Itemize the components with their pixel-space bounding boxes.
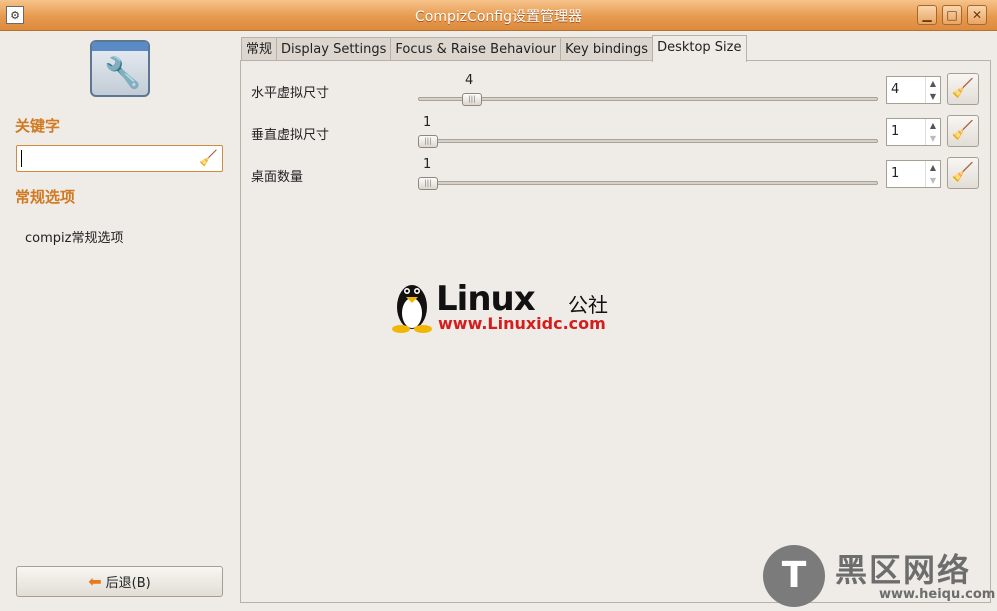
broom-icon: 🧹 xyxy=(951,162,975,183)
tab-bar: 常规 Display Settings Focus & Raise Behavi… xyxy=(241,35,747,62)
minimize-button[interactable]: ▁ xyxy=(917,5,937,25)
title-bar: ⚙ CompizConfig设置管理器 ▁ □ ✕ xyxy=(0,0,997,31)
category-item-compiz-general[interactable]: compiz常规选项 xyxy=(25,227,123,246)
search-input[interactable]: 🧹 xyxy=(16,145,223,172)
heiqu-url: www.heiqu.com xyxy=(879,587,996,602)
spin-up-icon[interactable]: ▲ xyxy=(926,161,940,174)
wrench-icon: 🔧 xyxy=(90,40,150,97)
spin-value-hsize: 4 xyxy=(891,82,900,97)
slider-thumb-number-of-desktops[interactable]: ||| xyxy=(418,177,438,190)
keyword-heading: 关键字 xyxy=(15,117,61,135)
tab-focus-raise[interactable]: Focus & Raise Behaviour xyxy=(390,37,562,62)
tab-key-bindings[interactable]: Key bindings xyxy=(560,37,654,62)
heiqu-cn: 黑区网络 xyxy=(835,551,972,589)
tab-desktop-size[interactable]: Desktop Size xyxy=(652,35,747,62)
spin-number-of-desktops[interactable]: 1 ▲ ▼ xyxy=(886,160,941,188)
heiqu-watermark: T 黑区网络 www.heiqu.com xyxy=(763,545,996,607)
spin-down-icon: ▼ xyxy=(929,176,937,185)
spin-up-icon[interactable]: ▲ xyxy=(926,77,940,90)
maximize-button[interactable]: □ xyxy=(942,5,962,25)
broom-icon: 🧹 xyxy=(951,120,975,141)
spin-up-icon[interactable]: ▲ xyxy=(926,119,940,132)
slider-track-number-of-desktops[interactable] xyxy=(418,181,878,185)
reset-hsize-button[interactable]: 🧹 xyxy=(947,73,979,105)
spin-vsize[interactable]: 1 ▲ ▼ xyxy=(886,118,941,146)
linux-word: Linux xyxy=(436,279,536,319)
reset-vsize-button[interactable]: 🧹 xyxy=(947,115,979,147)
spin-hsize[interactable]: 4 ▲ ▼ xyxy=(886,76,941,104)
slider-track-hsize[interactable] xyxy=(418,97,878,101)
spin-down-icon: ▼ xyxy=(929,134,937,143)
broom-icon: 🧹 xyxy=(951,78,975,99)
slider-track-vsize[interactable] xyxy=(418,139,878,143)
setting-label-number-of-desktops: 桌面数量 xyxy=(251,170,304,185)
heiqu-logo-icon: T xyxy=(763,545,825,607)
tab-general[interactable]: 常规 xyxy=(241,37,278,62)
slider-value-vsize: 1 xyxy=(423,115,432,130)
spin-value-vsize: 1 xyxy=(891,124,900,139)
slider-value-number-of-desktops: 1 xyxy=(423,157,432,172)
clear-broom-icon[interactable]: 🧹 xyxy=(199,149,218,167)
linuxidc-watermark: Linux 公社 www.Linuxidc.com xyxy=(390,277,620,337)
setting-label-hsize: 水平虚拟尺寸 xyxy=(251,86,330,101)
slider-thumb-vsize[interactable]: ||| xyxy=(418,135,438,148)
spin-value-number-of-desktops: 1 xyxy=(891,166,900,181)
back-arrow-icon: ⬅ xyxy=(88,572,102,591)
sidebar: 🔧 关键字 🧹 常规选项 compiz常规选项 ⬅ 后退(B) xyxy=(0,31,238,611)
category-heading: 常规选项 xyxy=(15,188,76,206)
spin-down-icon[interactable]: ▼ xyxy=(926,90,940,103)
linux-url: www.Linuxidc.com xyxy=(438,314,606,333)
close-button[interactable]: ✕ xyxy=(967,5,987,25)
slider-thumb-hsize[interactable]: ||| xyxy=(462,93,482,106)
tux-penguin-icon xyxy=(392,285,432,333)
back-button-label: 后退(B) xyxy=(105,576,151,591)
window-title: CompizConfig设置管理器 xyxy=(414,9,583,25)
back-button[interactable]: ⬅ 后退(B) xyxy=(16,566,223,597)
tab-display-settings[interactable]: Display Settings xyxy=(276,37,392,62)
setting-label-vsize: 垂直虚拟尺寸 xyxy=(251,128,330,143)
slider-value-hsize: 4 xyxy=(465,73,474,88)
reset-number-of-desktops-button[interactable]: 🧹 xyxy=(947,157,979,189)
